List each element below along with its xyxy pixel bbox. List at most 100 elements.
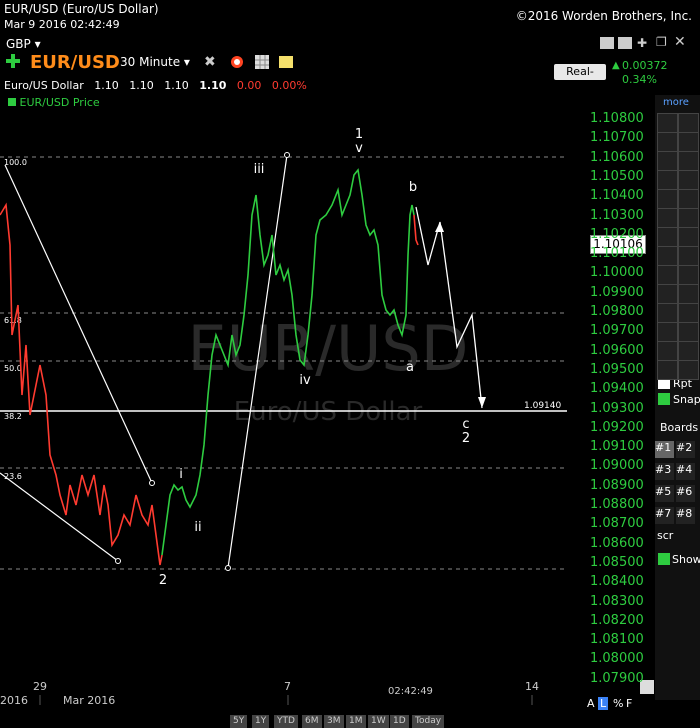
timeframe-button[interactable]: 1M — [346, 715, 366, 728]
price-axis-label: 1.09900 — [590, 284, 644, 300]
drawing-tool-icon[interactable] — [678, 265, 699, 285]
fib-label-100: 100.0 — [4, 158, 27, 167]
timeframe-button[interactable]: YTD — [274, 715, 298, 728]
drawing-tool-icon[interactable] — [678, 303, 699, 323]
drawing-tool-icon[interactable] — [678, 208, 699, 228]
drawing-tool-icon[interactable] — [657, 246, 678, 266]
show-checkbox[interactable] — [658, 553, 670, 565]
x-label-2016: 2016 — [0, 694, 28, 707]
price-chart[interactable]: EUR/USD Euro/US Dollar 100.0 61.8 50.0 3… — [0, 95, 655, 705]
drawing-tool-icon[interactable] — [678, 284, 699, 304]
interval-dropdown[interactable]: 30 Minute ▾ — [120, 55, 190, 69]
scale-l-button[interactable]: L — [598, 697, 609, 710]
board-button[interactable]: #5 — [655, 485, 674, 502]
price-axis-label: 1.08800 — [590, 497, 644, 512]
fib-label-236: 23.6 — [4, 472, 22, 481]
drawing-tool-icon[interactable] — [678, 151, 699, 171]
drawing-tool-icon[interactable] — [657, 265, 678, 285]
board-button[interactable]: #8 — [676, 507, 695, 524]
symbol-name[interactable]: EUR/USD — [30, 52, 120, 73]
currency-selector[interactable]: GBP ▾ — [6, 37, 41, 51]
drawing-tool-icon[interactable] — [657, 303, 678, 323]
settings-icon[interactable]: ✖ — [204, 54, 220, 70]
price-axis-label: 1.10000 — [590, 265, 644, 281]
price-axis-label: 1.08200 — [590, 612, 644, 628]
wave-label-i: i — [179, 467, 183, 482]
drawing-tool-icon[interactable] — [657, 341, 678, 361]
price-axis-label: 1.08300 — [590, 593, 644, 609]
drawing-tool-icon[interactable] — [657, 227, 678, 247]
drawing-tool-icon[interactable] — [678, 246, 699, 266]
restore-icon[interactable]: ❐ — [656, 35, 667, 49]
expand-icon[interactable]: ✚ — [637, 36, 647, 50]
x-label-time: 02:42:49 — [388, 686, 433, 697]
drawing-tool-icon[interactable] — [657, 132, 678, 152]
t-icon[interactable] — [618, 37, 632, 49]
drawing-tool-icon[interactable] — [678, 113, 699, 133]
timeframe-button[interactable]: Today — [412, 715, 445, 728]
wave-label-a: a — [406, 360, 414, 375]
timeframe-button[interactable]: 5Y — [230, 715, 248, 728]
wave-label-2: 2 — [159, 573, 167, 588]
drawing-tool-icon[interactable] — [657, 170, 678, 190]
add-icon[interactable] — [4, 52, 22, 70]
drawing-tool-icon[interactable] — [678, 322, 699, 342]
grid-icon[interactable] — [254, 54, 270, 70]
timeframe-button[interactable]: 1D — [390, 715, 409, 728]
board-button[interactable]: #4 — [676, 463, 695, 480]
timeframe-button[interactable]: 1Y — [252, 715, 270, 728]
close-icon[interactable]: ✕ — [674, 34, 686, 50]
board-button[interactable]: #3 — [655, 463, 674, 480]
snap-checkbox[interactable] — [658, 393, 670, 405]
scale-pct-button[interactable]: % — [613, 697, 623, 710]
drawing-tool-icon[interactable] — [678, 170, 699, 190]
drawing-tool-icon[interactable] — [678, 360, 699, 380]
timeframe-button[interactable]: 3M — [324, 715, 344, 728]
price-axis-label: 1.10600 — [590, 149, 644, 165]
price-axis-label: 1.10700 — [590, 130, 644, 146]
up-arrow-icon: ▲ — [612, 60, 620, 71]
price-axis-label: 1.07900 — [590, 670, 644, 686]
price-axis-label: 1.10200 — [590, 226, 644, 242]
more-link[interactable]: more — [663, 97, 689, 108]
price-axis-label: 1.08900 — [590, 477, 644, 493]
timeframe-button[interactable]: 1W — [368, 715, 389, 728]
x-label-mar: Mar 2016 — [63, 694, 116, 707]
drawing-tool-icon[interactable] — [678, 227, 699, 247]
board-button[interactable]: #7 — [655, 507, 674, 524]
drawing-tool-icon[interactable] — [657, 360, 678, 380]
scr-button[interactable]: scr — [657, 529, 673, 542]
drawing-tool-icon[interactable] — [657, 284, 678, 304]
drawing-tool-icon[interactable] — [657, 113, 678, 133]
price-axis-label: 1.09400 — [590, 381, 644, 397]
drawing-tool-icon[interactable] — [657, 151, 678, 171]
price-level-label: 1.09140 — [524, 401, 561, 411]
drawing-tool-icon[interactable] — [678, 341, 699, 361]
drawing-tool-icon[interactable] — [657, 322, 678, 342]
board-button[interactable]: #6 — [676, 485, 695, 502]
s-icon[interactable] — [600, 37, 614, 49]
board-button[interactable]: #1 — [655, 441, 674, 458]
scale-f-button[interactable]: F — [626, 697, 632, 710]
note-icon[interactable] — [278, 54, 294, 70]
drawing-tool-icon[interactable] — [657, 208, 678, 228]
price-axis-label: 1.08000 — [590, 651, 644, 667]
copyright: ©2016 Worden Brothers, Inc. — [515, 9, 692, 23]
quote-line: Euro/US Dollar 1.10 1.10 1.10 1.10 0.00 … — [4, 79, 307, 92]
timeframe-button[interactable]: 6M — [302, 715, 322, 728]
scale-a-button[interactable]: A — [587, 697, 595, 710]
drawing-tool-icon[interactable] — [678, 189, 699, 209]
price-axis-label: 1.09500 — [590, 361, 644, 377]
drawing-tool-icon[interactable] — [657, 189, 678, 209]
drawing-tool-icon[interactable] — [678, 132, 699, 152]
price-axis-label: 1.08700 — [590, 516, 644, 532]
realtime-button[interactable]: Real-Time — [554, 64, 606, 94]
x-label-14: 14 — [525, 680, 539, 693]
price-axis-label: 1.09800 — [590, 304, 644, 319]
wave-label-iii: iii — [254, 162, 265, 177]
price-axis-label: 1.08600 — [590, 535, 644, 551]
board-button[interactable]: #2 — [676, 441, 695, 458]
price-axis-label: 1.09100 — [590, 439, 644, 455]
wave-label-b: b — [409, 180, 417, 195]
clock-icon[interactable] — [229, 53, 245, 69]
